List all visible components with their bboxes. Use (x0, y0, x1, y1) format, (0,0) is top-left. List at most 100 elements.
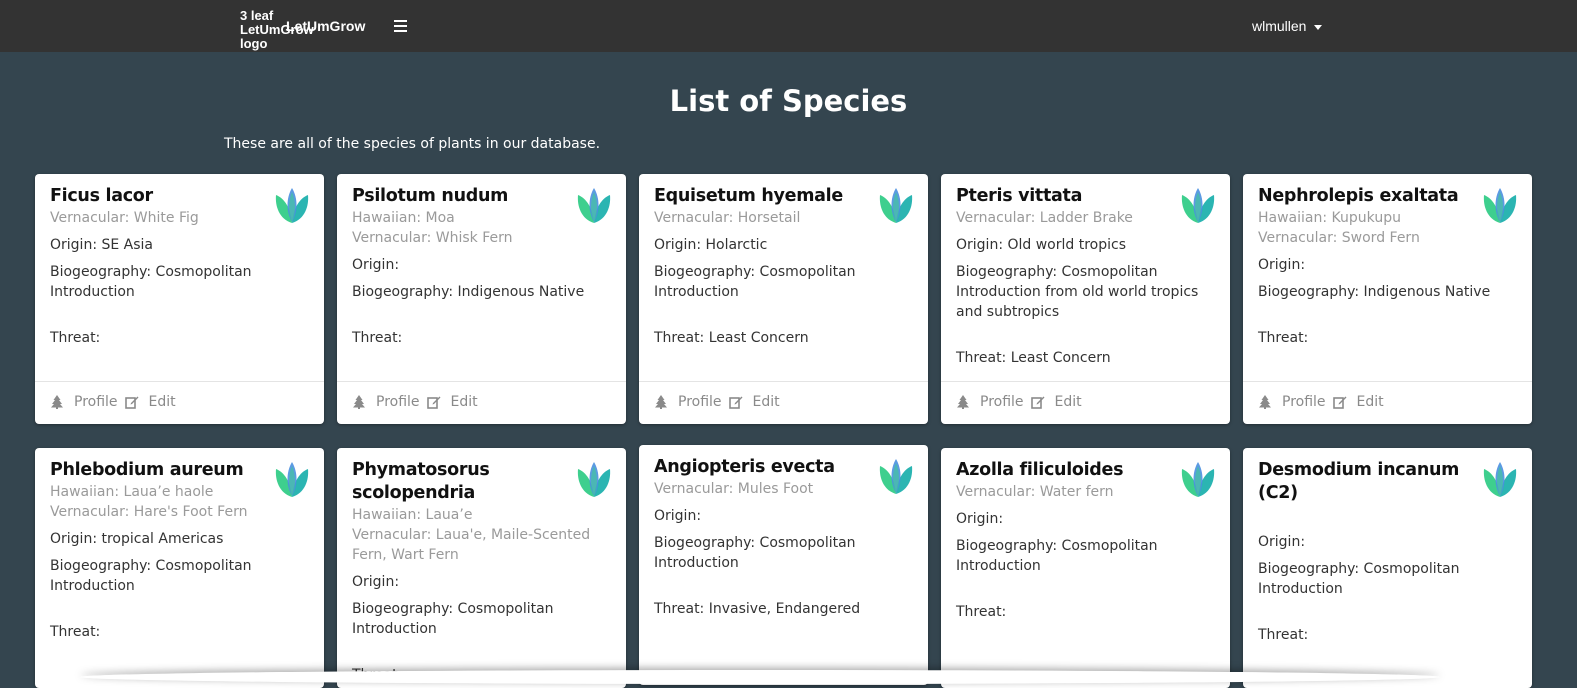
edit-label: Edit (148, 394, 176, 410)
edit-icon (426, 395, 441, 409)
origin: Origin: (956, 511, 1004, 527)
tree-icon (1258, 395, 1272, 409)
species-card: Ficus lacor Vernacular: White Fig Origin: … (35, 174, 324, 424)
species-name[interactable]: Desmodium incanum (C2) (1258, 459, 1477, 505)
tree-icon (352, 395, 366, 409)
biogeography: Biogeography: Cosmopolitan Introduction (1258, 561, 1460, 597)
leaf-logo-icon (1180, 186, 1216, 224)
species-name[interactable]: Pteris vittata (956, 185, 1175, 208)
card-body: Ficus lacor Vernacular: White Fig Origin: … (35, 174, 324, 348)
profile-link[interactable]: Profile (352, 394, 420, 410)
origin: Origin: SE Asia (50, 237, 154, 253)
scroll-shadow (80, 670, 1440, 684)
profile-label: Profile (980, 394, 1024, 410)
edit-link[interactable]: Edit (124, 394, 176, 410)
card-body: Equisetum hyemale Vernacular: Horsetail Or… (639, 174, 928, 348)
threat: Threat: (352, 330, 403, 346)
species-card: Desmodium incanum (C2) Origin: Biogeograph… (1243, 448, 1532, 688)
species-name[interactable]: Ficus lacor (50, 185, 269, 208)
vernacular-name: Vernacular: Sword Fern (1258, 230, 1420, 246)
leaf-logo-icon (1482, 186, 1518, 224)
origin: Origin: (654, 508, 702, 524)
biogeography: Biogeography: Cosmopolitan Introduction (50, 264, 252, 300)
edit-link[interactable]: Edit (1332, 394, 1384, 410)
origin: Origin: (1258, 257, 1306, 273)
card-body: Phymatosorus scolopendria Hawaiian: Laua’… (337, 448, 626, 685)
biogeography: Biogeography: Cosmopolitan Introduction (654, 264, 856, 300)
origin: Origin: tropical Americas (50, 531, 224, 547)
edit-icon (1030, 395, 1045, 409)
threat: Threat: (1258, 330, 1309, 346)
species-card: Azolla filiculoides Vernacular: Water fer… (941, 448, 1230, 688)
threat: Threat: Invasive, Endangered (654, 601, 861, 617)
origin: Origin: Old world tropics (956, 237, 1126, 253)
user-menu[interactable]: wlmullen (1252, 18, 1323, 34)
brand-name[interactable]: LetUmGrow (286, 18, 365, 34)
origin: Origin: (1258, 534, 1306, 550)
vernacular-name: Vernacular: Ladder Brake (956, 210, 1133, 226)
vernacular-name: Vernacular: White Fig (50, 210, 199, 226)
card-footer: Profile Edit (35, 381, 324, 424)
profile-label: Profile (376, 394, 420, 410)
origin: Origin: (352, 574, 400, 590)
origin: Origin: Holarctic (654, 237, 768, 253)
biogeography: Biogeography: Indigenous Native (352, 284, 585, 300)
leaf-logo-icon (1482, 460, 1518, 498)
vernacular-name: Vernacular: Mules Foot (654, 481, 814, 497)
species-card: Phlebodium aureum Hawaiian: Laua’e haole V… (35, 448, 324, 688)
species-card: Equisetum hyemale Vernacular: Horsetail Or… (639, 174, 928, 424)
species-name[interactable]: Psilotum nudum (352, 185, 571, 208)
threat: Threat: (1258, 627, 1309, 643)
biogeography: Biogeography: Indigenous Native (1258, 284, 1491, 300)
card-body: Azolla filiculoides Vernacular: Water fer… (941, 448, 1230, 622)
threat: Threat: Least Concern (956, 350, 1111, 366)
biogeography: Biogeography: Cosmopolitan Introduction (956, 538, 1158, 574)
card-footer: Profile Edit (337, 381, 626, 424)
caret-down-icon (1314, 24, 1323, 30)
card-body: Phlebodium aureum Hawaiian: Laua’e haole V… (35, 448, 324, 642)
profile-link[interactable]: Profile (1258, 394, 1326, 410)
leaf-logo-icon (274, 186, 310, 224)
edit-label: Edit (450, 394, 478, 410)
card-body: Desmodium incanum (C2) Origin: Biogeograph… (1243, 448, 1532, 645)
tree-icon (50, 395, 64, 409)
card-footer: Profile Edit (1243, 381, 1532, 424)
card-footer: Profile Edit (639, 381, 928, 424)
species-name[interactable]: Azolla filiculoides (956, 459, 1175, 482)
origin: Origin: (352, 257, 400, 273)
tree-icon (654, 395, 668, 409)
species-name[interactable]: Phlebodium aureum (50, 459, 269, 482)
edit-link[interactable]: Edit (1030, 394, 1082, 410)
species-name[interactable]: Equisetum hyemale (654, 185, 873, 208)
biogeography: Biogeography: Cosmopolitan Introduction (654, 535, 856, 571)
hawaiian-name: Hawaiian: Laua’e haole (50, 484, 214, 500)
vernacular-name: Vernacular: Hare's Foot Fern (50, 504, 248, 520)
biogeography: Biogeography: Cosmopolitan Introduction (352, 601, 554, 637)
leaf-logo-icon (576, 186, 612, 224)
species-name[interactable]: Phymatosorus scolopendria (352, 459, 571, 505)
profile-label: Profile (1282, 394, 1326, 410)
leaf-logo-icon (1180, 460, 1216, 498)
species-name[interactable]: Angiopteris evecta (654, 456, 873, 479)
leaf-logo-icon (878, 186, 914, 224)
threat: Threat: (50, 330, 101, 346)
threat: Threat: (956, 604, 1007, 620)
species-card: Pteris vittata Vernacular: Ladder Brake Or… (941, 174, 1230, 424)
profile-link[interactable]: Profile (956, 394, 1024, 410)
species-card: Phymatosorus scolopendria Hawaiian: Laua’… (337, 448, 626, 688)
biogeography: Biogeography: Cosmopolitan Introduction (50, 558, 252, 594)
card-body: Pteris vittata Vernacular: Ladder Brake Or… (941, 174, 1230, 368)
vernacular-name: Vernacular: Water fern (956, 484, 1114, 500)
hamburger-menu-icon[interactable] (394, 20, 407, 32)
page-title: List of Species (669, 84, 908, 118)
species-card: Nephrolepis exaltata Hawaiian: Kupukupu Ve… (1243, 174, 1532, 424)
card-footer: Profile Edit (941, 381, 1230, 424)
hawaiian-name: Hawaiian: Kupukupu (1258, 210, 1401, 226)
species-name[interactable]: Nephrolepis exaltata (1258, 185, 1477, 208)
edit-link[interactable]: Edit (426, 394, 478, 410)
edit-link[interactable]: Edit (728, 394, 780, 410)
edit-label: Edit (1054, 394, 1082, 410)
profile-link[interactable]: Profile (50, 394, 118, 410)
hawaiian-name: Hawaiian: Moa (352, 210, 455, 226)
profile-link[interactable]: Profile (654, 394, 722, 410)
